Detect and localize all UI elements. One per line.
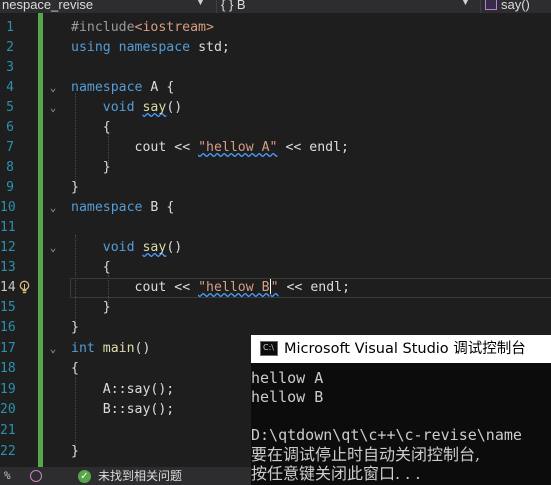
code-text: void say() (102, 100, 183, 115)
code-text: using namespace std; (71, 40, 230, 55)
project-dropdown[interactable]: nespace_revise ▼ (0, 0, 212, 13)
console-line: D:\qtdown\qt\c++\c-revise\name (251, 426, 522, 444)
code-line[interactable]: 10 ⌄ namespace B { (0, 198, 551, 218)
line-number: 2 (6, 40, 14, 55)
line-number: 12 (0, 240, 16, 255)
code-text: A::say(); (102, 382, 175, 397)
code-text: B::say(); (102, 402, 175, 417)
line-number: 19 (0, 382, 16, 397)
code-line[interactable]: 3 (0, 58, 551, 78)
line-number: 15 (0, 300, 16, 315)
code-line[interactable]: 15 } (0, 298, 551, 318)
line-number: 11 (0, 220, 16, 235)
code-text: } (102, 160, 111, 175)
line-number: 17 (0, 341, 16, 356)
console-output[interactable]: hellow A hellow B D:\qtdown\qt\c++\c-rev… (251, 369, 551, 485)
code-line[interactable]: 2 using namespace std; (0, 38, 551, 58)
line-number: 16 (0, 320, 16, 335)
line-number: 22 (0, 444, 16, 459)
project-name: nespace_revise (2, 0, 94, 12)
code-line[interactable]: 12 ⌄ void say() (0, 238, 551, 258)
console-line: hellow A (251, 369, 324, 387)
debug-console-window[interactable]: C:\ Microsoft Visual Studio 调试控制台 hellow… (251, 335, 551, 485)
code-line[interactable]: 7 cout << "hellow A" << endl; (0, 138, 551, 158)
code-line[interactable]: 13 { (0, 258, 551, 278)
code-line[interactable]: 9 } (0, 178, 551, 198)
code-line[interactable]: 1 #include<iostream> (0, 18, 551, 38)
line-number: 18 (0, 361, 16, 376)
console-line: 按任意键关闭此窗口. . . (251, 464, 421, 483)
console-line: hellow B (251, 388, 324, 406)
code-text: { (102, 120, 111, 135)
console-icon: C:\ (260, 341, 278, 356)
line-number: 14 (0, 280, 16, 295)
line-number: 4 (6, 80, 14, 95)
line-number: 13 (0, 260, 16, 275)
code-text: } (71, 320, 79, 335)
fold-icon[interactable]: ⌄ (46, 201, 60, 215)
chevron-down-icon: ▼ (196, 0, 205, 7)
code-text: namespace A { (71, 80, 175, 95)
code-text: cout << "hellow A" << endl; (134, 140, 349, 155)
copilot-icon[interactable] (30, 470, 42, 482)
code-line[interactable]: 8 } (0, 158, 551, 178)
fold-icon[interactable]: ⌄ (46, 101, 60, 115)
code-line[interactable]: 6 { (0, 118, 551, 138)
code-text: } (102, 300, 111, 315)
code-text: cout << "hellow B" << endl; (134, 279, 351, 295)
issues-status[interactable]: 未找到相关问题 (98, 467, 182, 485)
check-icon: ✓ (78, 470, 91, 483)
lightbulb-icon[interactable] (18, 280, 31, 295)
code-text: void say() (102, 240, 183, 255)
fold-icon[interactable]: ⌄ (46, 342, 60, 356)
line-number: 6 (6, 120, 14, 135)
code-text: int main() (71, 341, 151, 356)
line-number: 10 (0, 200, 16, 215)
line-number: 5 (6, 100, 14, 115)
code-line[interactable]: 11 (0, 218, 551, 238)
code-line[interactable]: 5 ⌄ void say() (0, 98, 551, 118)
code-text: } (71, 444, 79, 459)
line-number: 1 (6, 20, 14, 35)
navigation-bar: nespace_revise ▼ { } B ▼ say() (0, 0, 551, 13)
code-text: #include<iostream> (71, 20, 214, 35)
scope-dropdown[interactable]: { } B ▼ (216, 0, 483, 13)
line-number: 20 (0, 402, 16, 417)
cube-icon (485, 0, 497, 10)
zoom-level[interactable]: % (4, 469, 11, 483)
current-code-line[interactable]: 14 cout << "hellow B" << endl; (0, 278, 551, 298)
fold-icon[interactable]: ⌄ (46, 81, 60, 95)
line-number: 3 (6, 60, 14, 75)
member-dropdown[interactable]: say() (480, 0, 551, 13)
console-title: Microsoft Visual Studio 调试控制台 (284, 341, 526, 357)
code-line[interactable]: 4 ⌄ namespace A { (0, 78, 551, 98)
fold-icon[interactable]: ⌄ (46, 241, 60, 255)
code-text: { (71, 361, 79, 376)
line-number: 9 (6, 180, 14, 195)
scope-name: { } B (221, 0, 246, 12)
code-text: } (71, 180, 79, 195)
console-line: 要在调试停止时自动关闭控制台, (251, 445, 481, 464)
line-number: 8 (6, 160, 14, 175)
status-bar: % ✓ 未找到相关问题 (0, 467, 251, 485)
chevron-down-icon: ▼ (461, 0, 470, 7)
line-number: 7 (6, 140, 14, 155)
code-text: namespace B { (71, 200, 175, 215)
console-title-bar[interactable]: C:\ Microsoft Visual Studio 调试控制台 (251, 335, 551, 363)
line-number: 21 (0, 423, 16, 438)
code-text: { (102, 260, 111, 275)
member-name: say() (501, 0, 530, 12)
